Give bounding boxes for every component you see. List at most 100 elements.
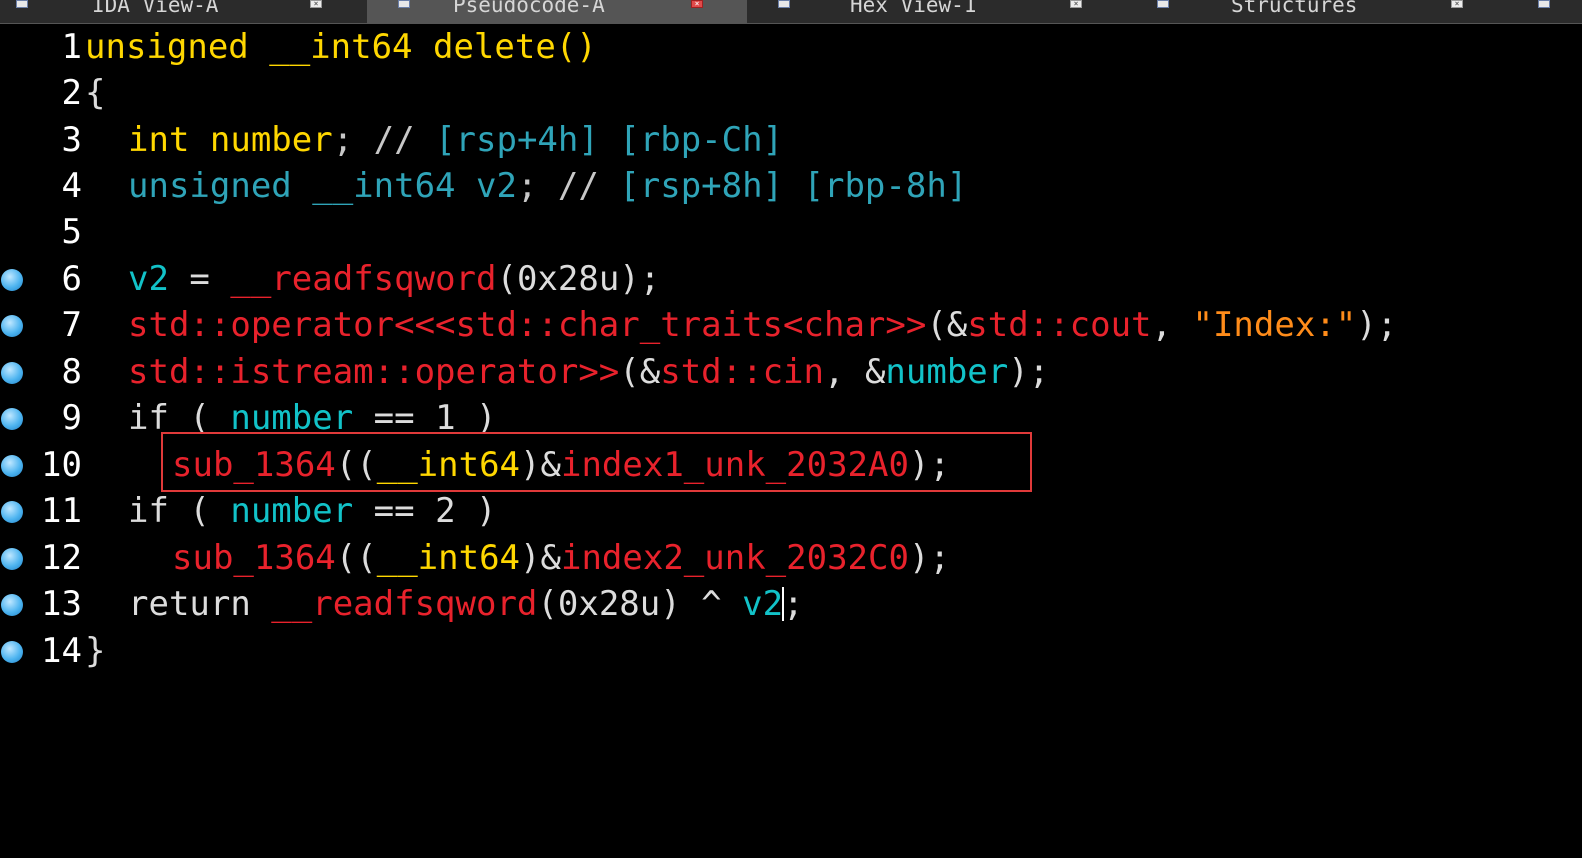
arguments: (0x28u) ^ [537,584,743,624]
line-number: 4 [61,166,82,206]
line-number: 3 [61,120,82,160]
code-text: int number; // [rsp+4h] [rbp-Ch] [128,117,783,163]
punct: ); [1008,352,1050,392]
tab-pseudocode-a[interactable]: Pseudocode-A × [367,0,747,23]
code-text: } [85,628,105,674]
function-call: sub_1364 [172,538,336,578]
tab-bar: IDA View-A × Pseudocode-A × Hex View-1 ×… [0,0,1582,24]
close-icon[interactable]: × [310,0,322,8]
tab-hex-view-1[interactable]: Hex View-1 × [748,0,1144,23]
declaration: unsigned __int64 v2 [128,166,517,206]
line-number: 13 [41,584,82,624]
close-icon[interactable]: × [691,0,703,8]
function-call: std::istream::operator>> [128,352,620,392]
line-number: 12 [41,538,82,578]
breakpoint-marker-icon[interactable] [1,501,23,523]
keyword: return [128,584,272,624]
code-line[interactable]: 3 int number; // [rsp+4h] [rbp-Ch] [0,117,1582,163]
code-line[interactable]: 14 } [0,628,1582,674]
breakpoint-marker-icon[interactable] [1,269,23,291]
breakpoint-marker-icon[interactable] [1,641,23,663]
breakpoint-marker-icon[interactable] [1,362,23,384]
close-icon[interactable]: × [1070,0,1082,8]
line-number: 7 [61,305,82,345]
disassembly-icon [16,0,28,8]
punct: , [1151,305,1193,345]
breakpoint-marker-icon[interactable] [1,548,23,570]
code-text: std::operator<<<std::char_traits<char>>(… [128,302,1397,348]
comment-marker: ; // [332,120,436,160]
structures-icon [1157,0,1169,8]
code-text: sub_1364((__int64)&index2_unk_2032C0); [172,535,950,581]
code-line[interactable]: 2 { [0,70,1582,116]
code-line[interactable]: 13 return __readfsqword(0x28u) ^ v2; [0,581,1582,627]
punct: ); [908,538,950,578]
condition: == 2 ) [353,491,497,531]
variable: number [885,352,1009,392]
declaration: int number [128,120,333,160]
code-line[interactable]: 8 std::istream::operator>>(&std::cin, &n… [0,349,1582,395]
line-number: 6 [61,259,82,299]
global-symbol: std::cout [967,305,1152,345]
line-number: 5 [61,212,82,252]
operator: = [168,259,231,299]
function-call: std::operator<<<std::char_traits<char>> [128,305,927,345]
comment-marker: ; // [516,166,620,206]
string-literal: "Index:" [1192,305,1357,345]
breakpoint-marker-icon[interactable] [1,594,23,616]
line-number: 1 [61,27,82,67]
code-text: if ( number == 2 ) [128,488,496,534]
line-number: 2 [61,73,82,113]
function-signature: unsigned __int64 delete() [85,27,597,67]
open-brace: { [85,73,106,113]
code-text: v2 = __readfsqword(0x28u); [128,256,660,302]
punct: (& [619,352,661,392]
punct: (( [335,538,377,578]
code-line[interactable]: 5 [0,209,1582,255]
code-line[interactable]: 6 v2 = __readfsqword(0x28u); [0,256,1582,302]
code-line[interactable]: 7 std::operator<<<std::char_traits<char>… [0,302,1582,348]
line-number: 11 [41,491,82,531]
line-number: 8 [61,352,82,392]
line-number: 9 [61,398,82,438]
code-line[interactable]: 4 unsigned __int64 v2; // [rsp+8h] [rbp-… [0,163,1582,209]
breakpoint-marker-icon[interactable] [1,315,23,337]
code-line[interactable]: 12 sub_1364((__int64)&index2_unk_2032C0)… [0,535,1582,581]
breakpoint-marker-icon[interactable] [1,455,23,477]
code-text: { [85,70,105,116]
code-line[interactable]: 1 unsigned __int64 delete() [0,24,1582,70]
stack-offset-comment: [rsp+8h] [rbp-8h] [619,166,968,206]
line-number: 10 [41,445,82,485]
code-text: unsigned __int64 v2; // [rsp+8h] [rbp-8h… [128,163,967,209]
pseudocode-icon [398,0,410,8]
type-cast: __int64 [376,538,521,578]
variable: v2 [742,584,784,624]
tab-label: IDA View-A [92,0,219,17]
arguments: (0x28u); [496,259,661,299]
code-line[interactable]: 11 if ( number == 2 ) [0,488,1582,534]
punct: , & [824,352,886,392]
tab-ida-view-a[interactable]: IDA View-A × [0,0,366,23]
tab-label: Hex View-1 [850,0,977,17]
keyword: if ( [128,491,231,531]
stack-offset-comment: [rsp+4h] [rbp-Ch] [435,120,784,160]
tab-structures[interactable]: Structures × [1145,0,1582,23]
variable: v2 [128,259,169,299]
breakpoint-marker-icon[interactable] [1,408,23,430]
close-icon[interactable]: × [1451,0,1463,8]
next-tab-icon[interactable] [1538,0,1550,8]
punct: )& [520,538,561,578]
punct: ); [1356,305,1398,345]
close-brace: } [85,631,106,671]
line-number: 14 [41,631,82,671]
function-call: __readfsqword [230,259,497,299]
pseudocode-view[interactable]: 1 unsigned __int64 delete() 2 { 3 int nu… [0,24,1582,755]
code-text: unsigned __int64 delete() [85,24,597,70]
tab-label: Structures [1231,0,1358,17]
tab-label: Pseudocode-A [453,0,605,17]
global-symbol: index2_unk_2032C0 [560,538,909,578]
punct: ; [783,584,804,624]
code-text: std::istream::operator>>(&std::cin, &num… [128,349,1049,395]
code-text: return __readfsqword(0x28u) ^ v2; [128,581,804,627]
function-call: __readfsqword [271,584,538,624]
